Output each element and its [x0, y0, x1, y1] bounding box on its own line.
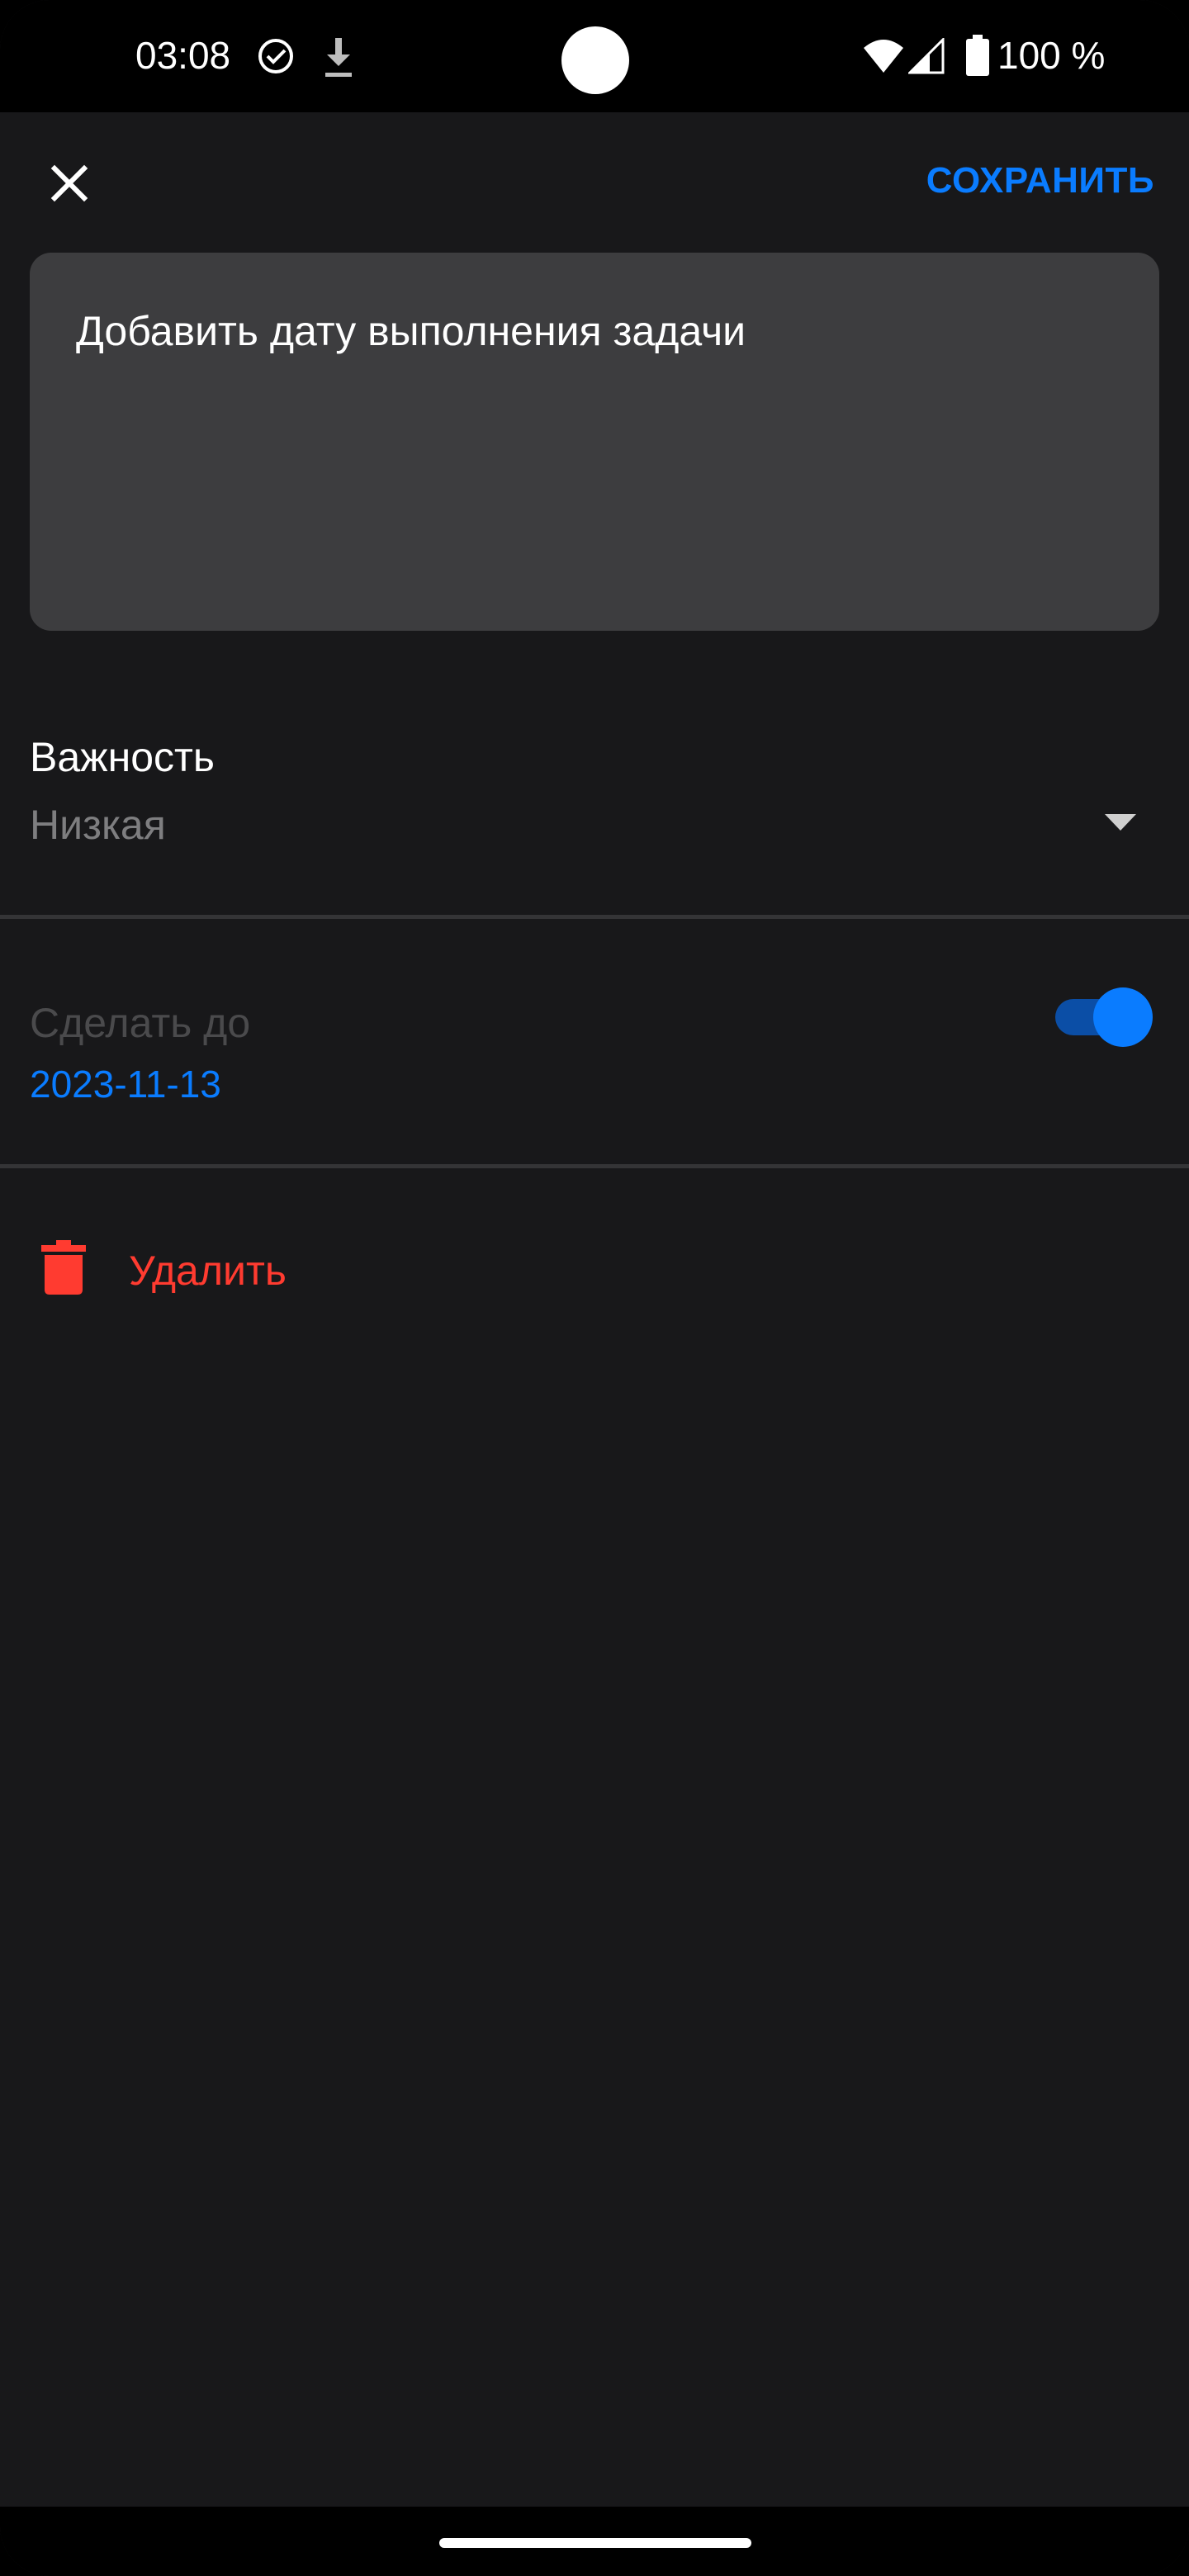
check-circle-icon	[258, 39, 293, 73]
save-button[interactable]: СОХРАНИТЬ	[926, 160, 1154, 201]
divider	[0, 1164, 1189, 1168]
divider	[0, 915, 1189, 919]
camera-cutout	[561, 26, 629, 94]
importance-value[interactable]: Низкая	[30, 801, 166, 849]
signal-icon	[908, 38, 945, 74]
importance-label: Важность	[30, 734, 215, 780]
deadline-date[interactable]: 2023-11-13	[30, 1062, 221, 1106]
deadline-label: Сделать до	[30, 1000, 251, 1046]
toggle-knob	[1093, 987, 1153, 1047]
app-screen: 03:08 100 % СОХРАНИТЬ Добавить дату выпо…	[0, 0, 1189, 2576]
battery-percent: 100 %	[997, 34, 1106, 77]
download-icon	[325, 38, 352, 77]
delete-label: Удалить	[129, 1248, 287, 1294]
battery-icon	[966, 35, 989, 76]
task-text-field[interactable]: Добавить дату выполнения задачи	[30, 253, 1159, 631]
task-text-input[interactable]: Добавить дату выполнения задачи	[76, 307, 1113, 355]
wifi-icon	[864, 40, 903, 73]
delete-button[interactable]: Удалить	[0, 1214, 1189, 1329]
navigation-bar	[0, 2507, 1189, 2576]
close-icon[interactable]	[43, 157, 96, 210]
deadline-toggle[interactable]	[1054, 987, 1153, 1047]
dropdown-arrow-icon[interactable]	[1105, 814, 1136, 832]
home-indicator[interactable]	[439, 2538, 751, 2548]
status-bar: 03:08 100 %	[0, 0, 1189, 112]
trash-icon	[41, 1240, 86, 1295]
status-time: 03:08	[135, 34, 231, 77]
